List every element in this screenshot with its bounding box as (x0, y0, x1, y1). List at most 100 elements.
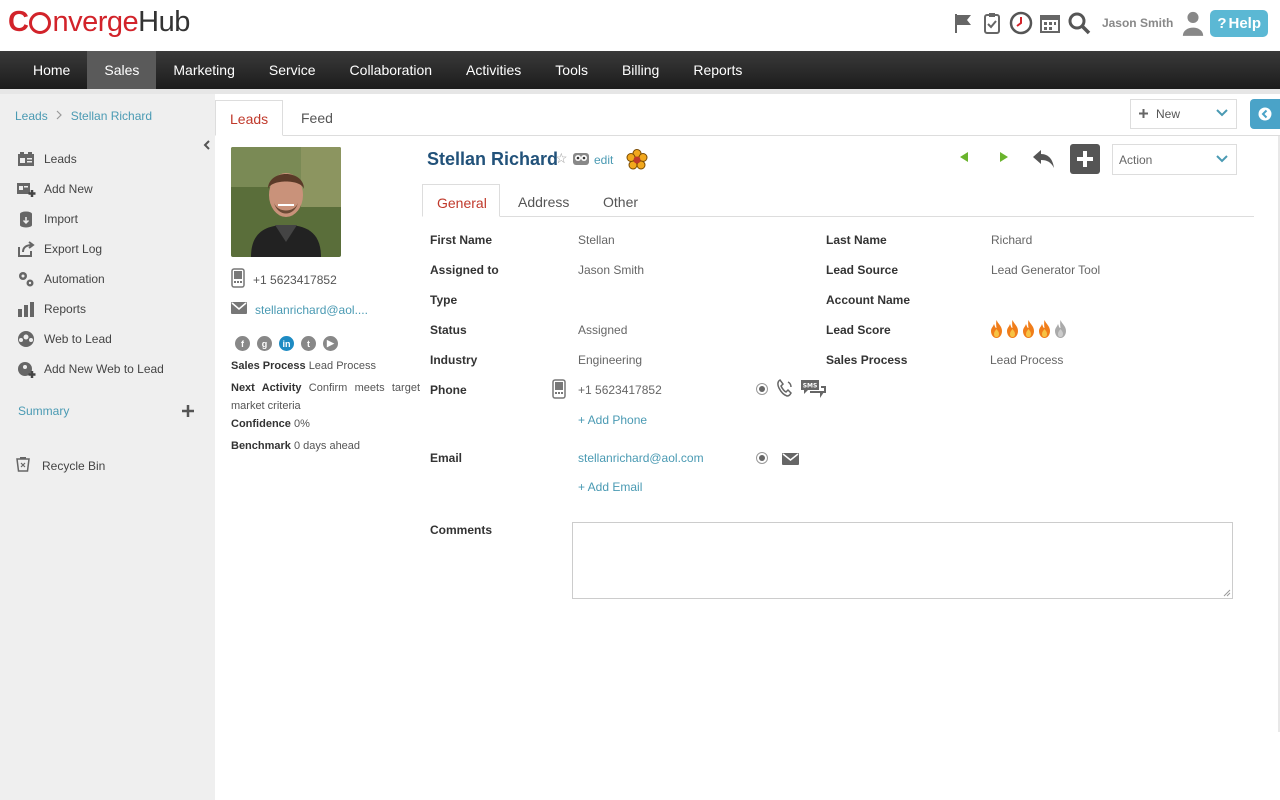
profile-email-value: stellanrichard@aol.... (255, 302, 368, 317)
sidebar-item-add-new[interactable]: Add New (16, 174, 164, 204)
undo-icon[interactable] (1031, 146, 1057, 177)
action-label: Action (1119, 153, 1153, 167)
sidebar-item-label: Automation (44, 272, 105, 286)
email-primary-radio[interactable] (756, 452, 768, 464)
email-label: Email (430, 451, 463, 465)
nav-billing[interactable]: Billing (605, 51, 676, 89)
summary-add-icon[interactable] (181, 401, 195, 424)
next-record-icon[interactable] (997, 150, 1011, 169)
envelope-icon[interactable] (782, 452, 799, 470)
social-links: f g in t ▶ (235, 336, 338, 351)
industry-value[interactable]: Engineering (578, 353, 642, 367)
add-phone-link[interactable]: + Add Phone (578, 413, 647, 427)
right-panel-toggle[interactable] (1250, 99, 1280, 129)
sidebar-item-reports[interactable]: Reports (16, 294, 164, 324)
tab-other[interactable]: Other (589, 184, 652, 217)
lead-score-flames[interactable] (989, 319, 1068, 339)
comments-label: Comments (430, 523, 493, 537)
email-value[interactable]: stellanrichard@aol.com (578, 451, 704, 465)
envelope-icon (231, 302, 247, 317)
sidebar-item-web-to-lead[interactable]: Web to Lead (16, 324, 164, 354)
account-name-label: Account Name (826, 293, 911, 307)
flame-empty-icon (1055, 320, 1066, 338)
lead-source-value[interactable]: Lead Generator Tool (991, 263, 1100, 277)
sms-icon[interactable]: SMS (800, 379, 826, 404)
edit-link[interactable]: edit (594, 153, 613, 167)
new-label: New (1156, 107, 1181, 121)
sidebar-item-export-log[interactable]: Export Log (16, 234, 164, 264)
breadcrumb-leads[interactable]: Leads (15, 109, 48, 123)
flag-icon[interactable] (951, 11, 975, 35)
last-name-value[interactable]: Richard (991, 233, 1032, 247)
app-logo[interactable]: CnvergeHub (8, 6, 190, 39)
chevron-down-icon (1216, 153, 1228, 168)
tab-address[interactable]: Address (504, 184, 583, 217)
clipboard-check-icon[interactable] (980, 11, 1004, 35)
call-icon[interactable] (776, 378, 794, 403)
help-button[interactable]: ? Help (1210, 9, 1268, 37)
breadcrumb-current[interactable]: Stellan Richard (71, 109, 152, 123)
sidebar-item-label: Web to Lead (44, 332, 112, 346)
type-label: Type (430, 293, 458, 307)
flame-filled-icon (1023, 320, 1034, 338)
logo-gear-icon (29, 12, 52, 34)
first-name-label: First Name (430, 233, 493, 247)
sidebar-collapse-icon[interactable] (203, 140, 210, 153)
phone-value[interactable]: +1 5623417852 (578, 383, 662, 397)
facebook-icon[interactable]: f (235, 336, 250, 351)
user-name[interactable]: Jason Smith (1102, 16, 1173, 30)
tab-feed[interactable]: Feed (287, 100, 347, 136)
flame-filled-icon (1039, 320, 1050, 338)
tab-general[interactable]: General (422, 184, 500, 217)
sidebar-item-leads[interactable]: Leads (16, 144, 164, 174)
add-web-lead-icon (16, 360, 36, 378)
main-nav: Home Sales Marketing Service Collaborati… (0, 51, 1280, 89)
nav-activities[interactable]: Activities (449, 51, 538, 89)
plus-icon (1077, 151, 1093, 167)
mobile-phone-icon (552, 379, 566, 404)
user-avatar-icon[interactable] (1181, 11, 1205, 36)
status-value[interactable]: Assigned (578, 323, 627, 337)
web-lead-icon (16, 330, 36, 348)
tab-leads[interactable]: Leads (215, 100, 283, 136)
profile-email[interactable]: stellanrichard@aol.... (231, 302, 368, 317)
nav-home[interactable]: Home (16, 51, 87, 89)
sidebar-item-label: Add New (44, 182, 93, 196)
calendar-icon[interactable] (1038, 11, 1062, 35)
add-email-link[interactable]: + Add Email (578, 480, 642, 494)
import-icon (16, 210, 36, 228)
meta-next-activity: Next Activity Confirm meets target marke… (231, 382, 420, 412)
twitter-icon[interactable]: t (301, 336, 316, 351)
first-name-value[interactable]: Stellan (578, 233, 615, 247)
profile-phone[interactable]: +1 5623417852 (231, 268, 337, 291)
nav-sales[interactable]: Sales (87, 51, 157, 89)
nav-marketing[interactable]: Marketing (156, 51, 251, 89)
linkedin-icon[interactable]: in (279, 336, 294, 351)
nav-tools[interactable]: Tools (538, 51, 605, 89)
nav-reports[interactable]: Reports (676, 51, 759, 89)
owl-icon[interactable] (573, 152, 589, 171)
recycle-bin[interactable]: Recycle Bin (16, 456, 105, 475)
action-dropdown[interactable]: Action (1112, 144, 1237, 175)
meta-confidence: Confidence 0% (231, 418, 310, 430)
nav-collaboration[interactable]: Collaboration (333, 51, 450, 89)
flower-icon[interactable] (626, 149, 648, 176)
new-dropdown[interactable]: New (1130, 99, 1237, 129)
youtube-icon[interactable]: ▶ (323, 336, 338, 351)
sidebar-item-import[interactable]: Import (16, 204, 164, 234)
assigned-to-value[interactable]: Jason Smith (578, 263, 644, 277)
sales-process-value[interactable]: Lead Process (990, 353, 1063, 367)
google-plus-icon[interactable]: g (257, 336, 272, 351)
sales-process-label: Sales Process (826, 353, 908, 367)
summary-heading[interactable]: Summary (18, 404, 69, 418)
phone-primary-radio[interactable] (756, 383, 768, 395)
nav-service[interactable]: Service (252, 51, 333, 89)
search-icon[interactable] (1067, 11, 1091, 35)
add-plus-button[interactable] (1070, 144, 1100, 174)
clock-icon[interactable] (1009, 11, 1033, 35)
previous-record-icon[interactable] (957, 150, 971, 169)
comments-textarea[interactable] (572, 522, 1233, 599)
sidebar-item-add-new-web-to-lead[interactable]: Add New Web to Lead (16, 354, 164, 384)
star-icon[interactable]: ☆ (555, 150, 568, 167)
sidebar-item-automation[interactable]: Automation (16, 264, 164, 294)
